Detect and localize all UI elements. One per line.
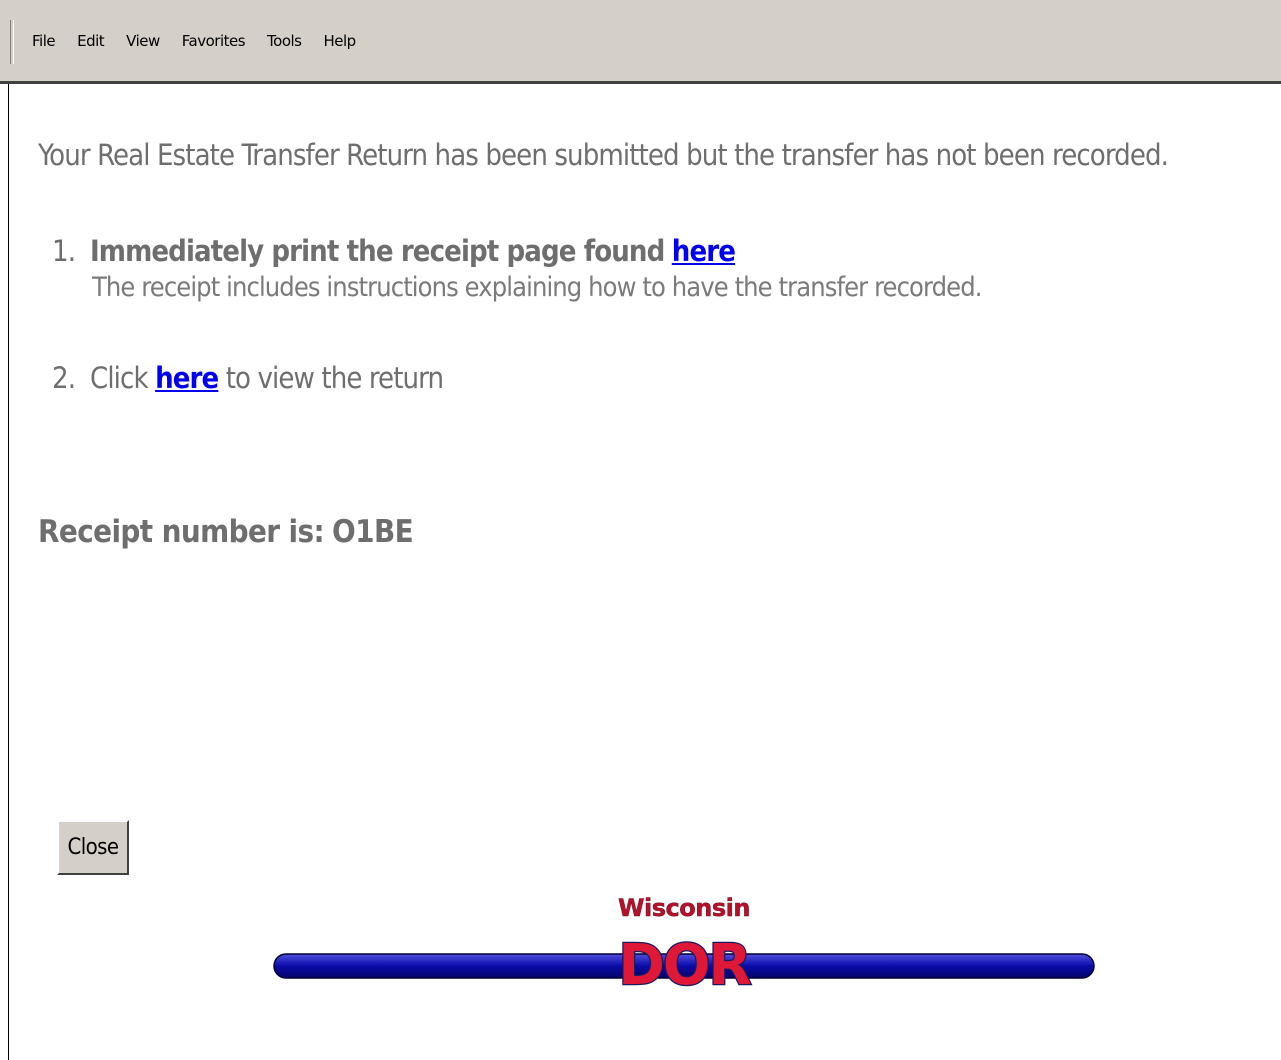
step-2-suffix: to view the return: [225, 361, 444, 395]
close-button[interactable]: Close: [57, 820, 129, 875]
toolbar-grip[interactable]: [10, 20, 14, 64]
step-1-note: The receipt includes instructions explai…: [92, 272, 982, 303]
logo-wisconsin-text: Wisconsin: [618, 894, 750, 922]
menu-tools[interactable]: Tools: [267, 32, 302, 50]
step-2-number: 2.: [52, 361, 76, 395]
step-1-number: 1.: [52, 234, 76, 268]
menu-edit[interactable]: Edit: [77, 32, 105, 50]
menu-help[interactable]: Help: [324, 32, 357, 50]
confirmation-content: Your Real Estate Transfer Return has bee…: [38, 138, 1261, 550]
logo-dor-text: DOR: [618, 933, 750, 998]
menu-favorites[interactable]: Favorites: [182, 32, 246, 50]
menu-file[interactable]: File: [32, 32, 56, 50]
view-return-link[interactable]: here: [155, 361, 219, 395]
steps-list: 1. Immediately print the receipt page fou…: [52, 234, 982, 395]
receipt-number: Receipt number is: O1BE: [38, 514, 414, 550]
menu-view[interactable]: View: [126, 32, 160, 50]
step-2-prefix: Click: [90, 361, 149, 395]
receipt-label: Receipt number is:: [38, 514, 325, 550]
wisconsin-dor-logo: Wisconsin DOR: [273, 894, 1095, 998]
step-2: 2. Click here to view the return: [52, 361, 982, 395]
step-1-text: Immediately print the receipt page found: [90, 234, 665, 268]
menu-bar: File Edit View Favorites Tools Help: [0, 0, 1281, 84]
step-1: 1. Immediately print the receipt page fou…: [52, 234, 982, 268]
receipt-page-link[interactable]: here: [672, 234, 736, 268]
window-left-border: [8, 84, 9, 1060]
receipt-value: O1BE: [332, 514, 414, 550]
submission-message: Your Real Estate Transfer Return has bee…: [38, 138, 1169, 172]
